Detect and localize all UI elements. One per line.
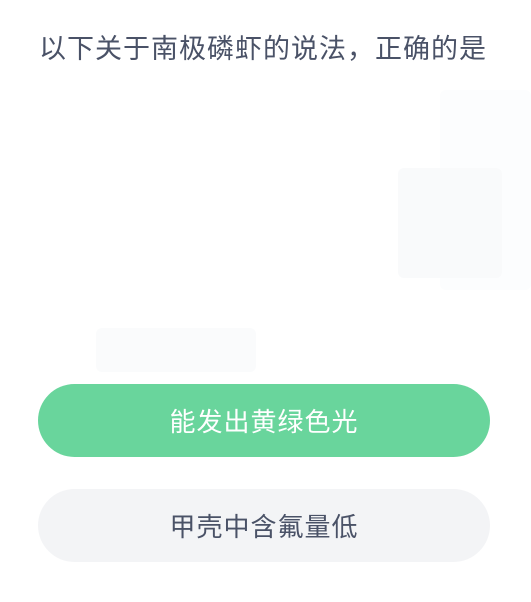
question-text: 以下关于南极磷虾的说法，正确的是: [39, 34, 487, 65]
faint-background-shape: [398, 168, 502, 278]
answer-option-1[interactable]: 能发出黄绿色光: [38, 384, 490, 457]
answer-option-2[interactable]: 甲壳中含氟量低: [38, 489, 490, 562]
quiz-page: 以下关于南极磷虾的说法，正确的是 能发出黄绿色光 甲壳中含氟量低: [0, 0, 531, 602]
answer-option-2-label: 甲壳中含氟量低: [169, 513, 359, 543]
answer-option-1-label: 能发出黄绿色光: [169, 408, 359, 438]
faint-background-shape: [96, 328, 256, 372]
